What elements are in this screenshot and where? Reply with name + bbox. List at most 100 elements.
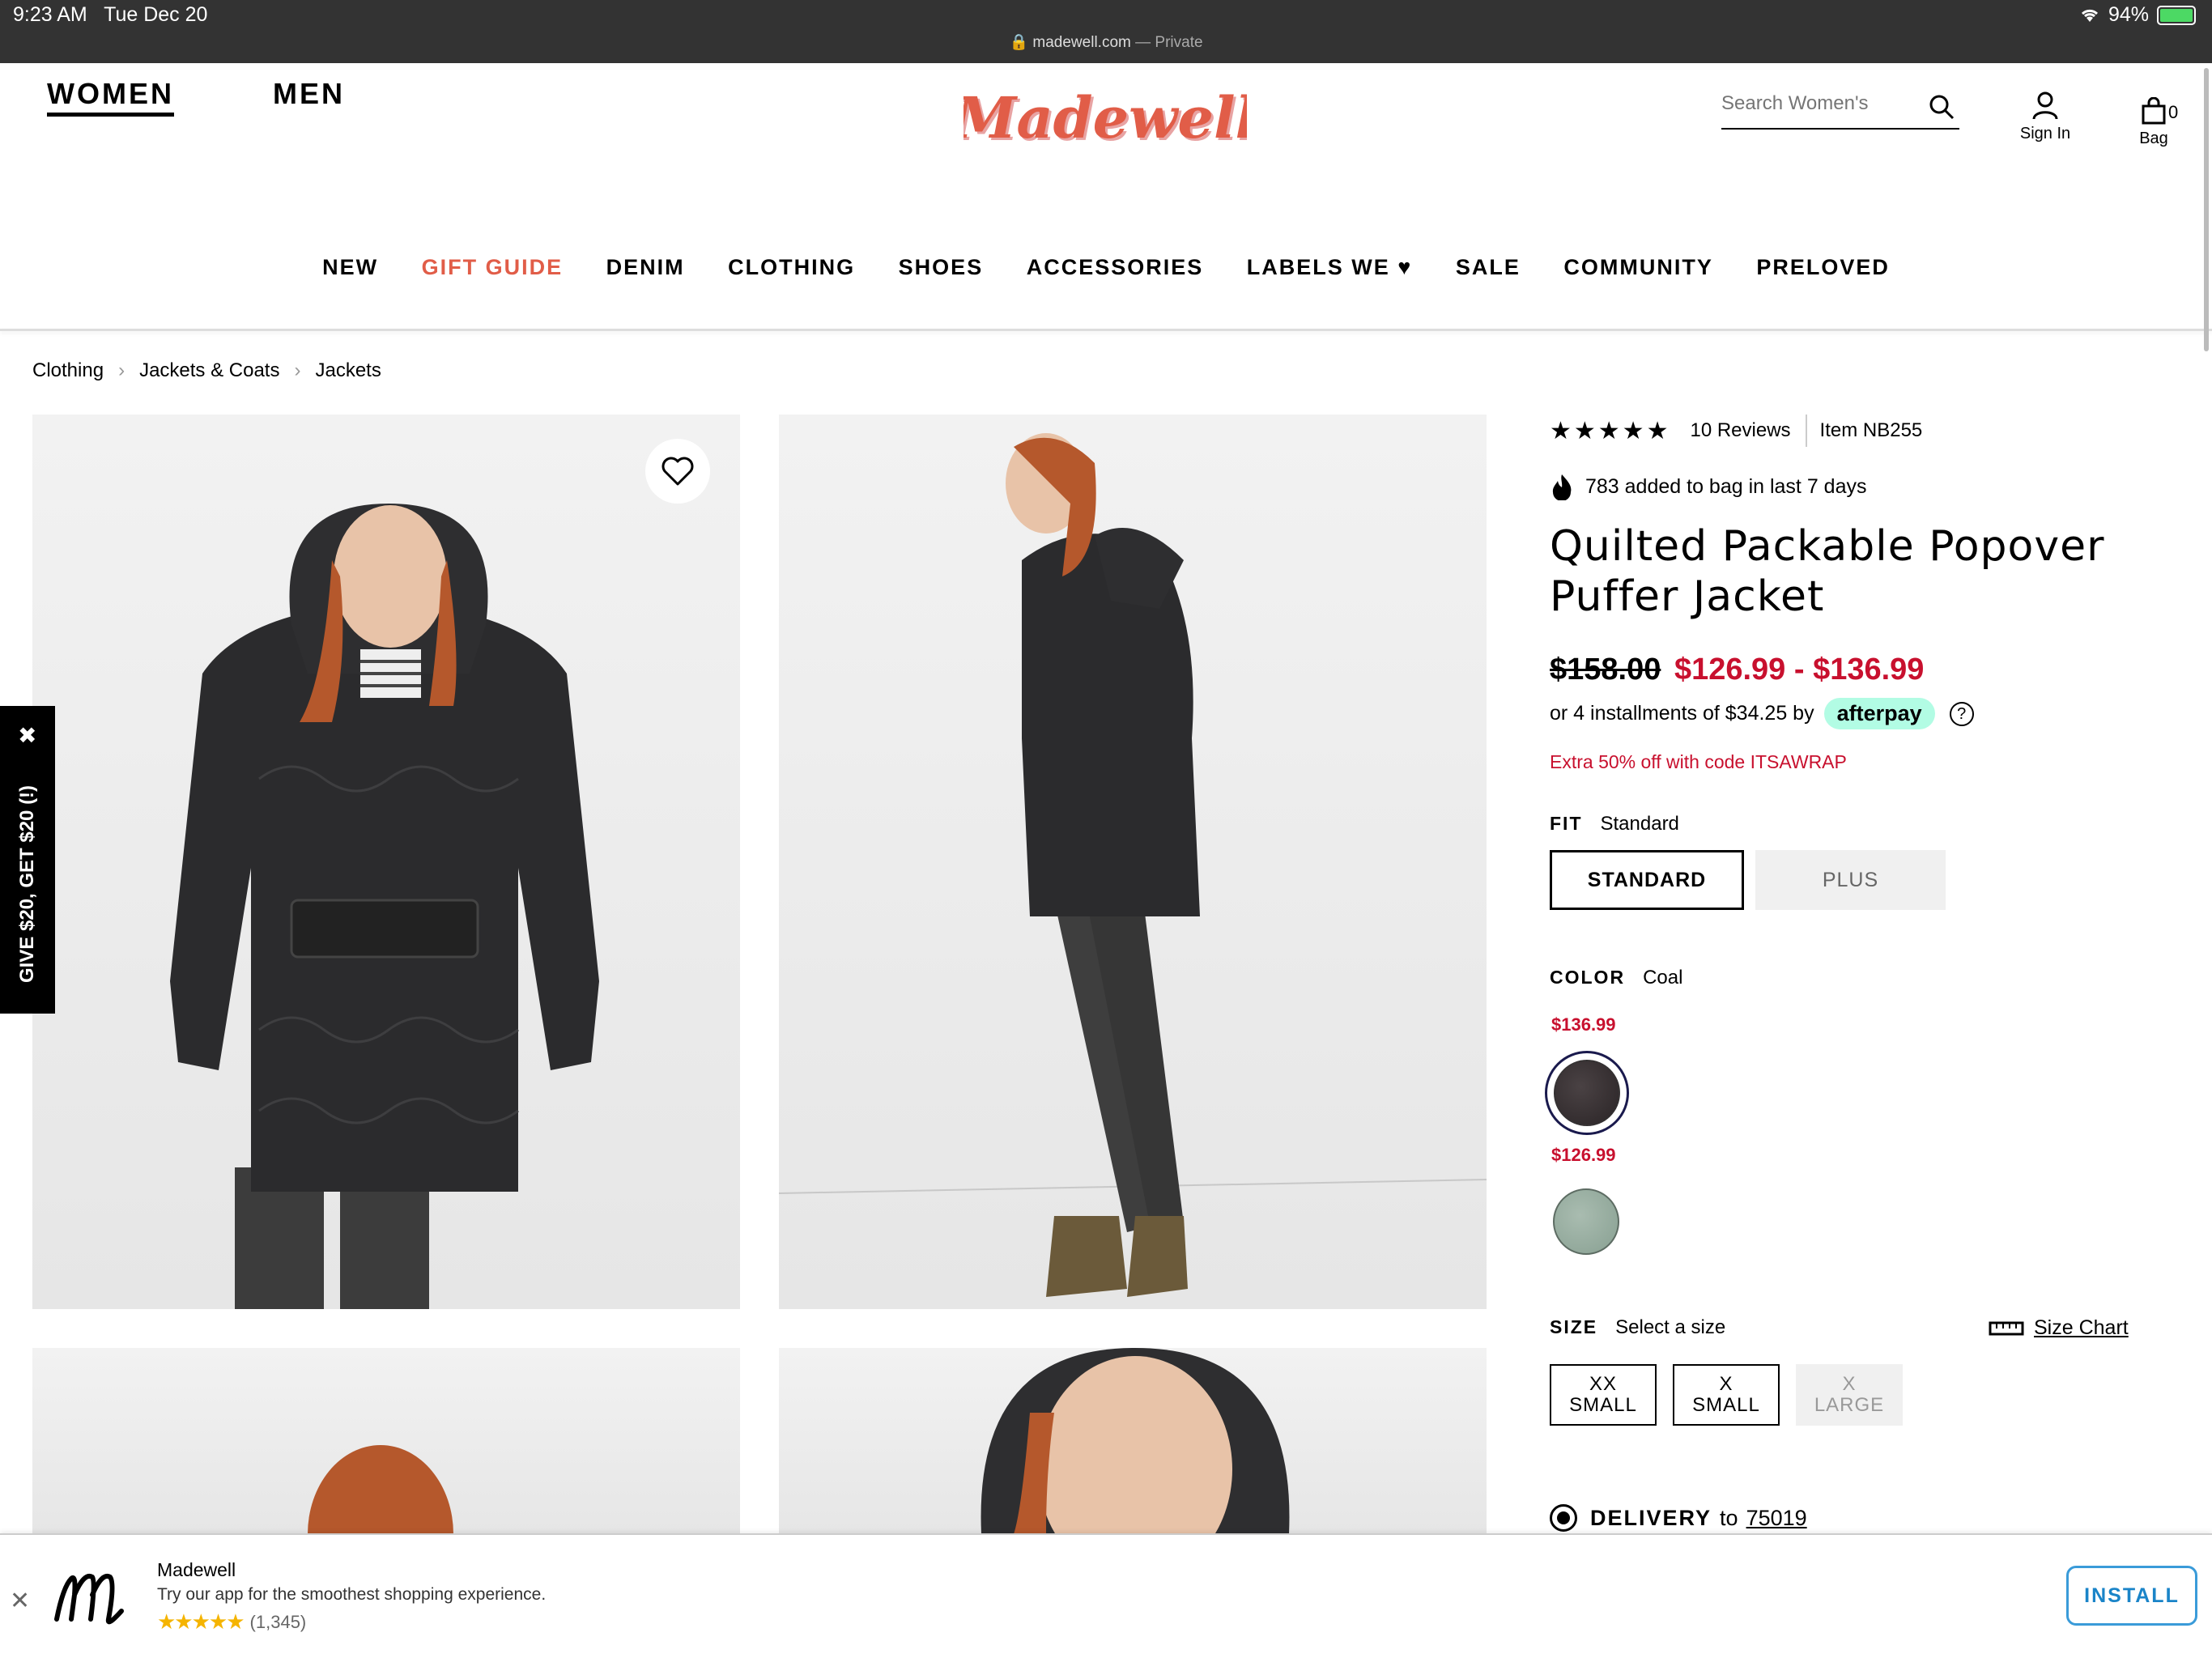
svg-text:Madewell: Madewell [963,84,1247,151]
close-icon[interactable]: ✖ [18,722,36,749]
app-name: Madewell [157,1559,236,1580]
search-icon[interactable] [1929,94,1955,120]
size-line: XX [1589,1373,1617,1395]
model-back-illustration [308,1445,453,1534]
app-tagline: Try our app for the smoothest shopping e… [157,1585,547,1604]
category-sale[interactable]: SALE [1456,255,1521,279]
bag-button[interactable]: 0 Bag [2121,96,2186,148]
referral-text: GIVE $20, GET $20 (!) [16,784,38,984]
model-side-illustration [779,433,1487,1297]
breadcrumb: Clothing › Jackets & Coats › Jackets [32,359,381,382]
referral-tab[interactable]: ✖ GIVE $20, GET $20 (!) [0,706,55,1014]
install-button[interactable]: INSTALL [2066,1566,2197,1626]
bag-count: 0 [2168,102,2179,122]
trending-row: 783 added to bag in last 7 days [1550,473,1867,500]
size-chart-link[interactable]: Size Chart [1989,1316,2129,1340]
search-input[interactable] [1721,92,1908,115]
product-image-front[interactable] [32,414,740,1309]
size-x-large-unavailable[interactable]: X LARGE [1796,1364,1903,1426]
address-bar[interactable]: 🔒 madewell.com — Private [0,32,2212,52]
rating-stars[interactable]: ★★★★★ [1550,417,1670,445]
color-label: COLOR Coal [1550,967,1682,989]
fit-selected-value: Standard [1600,813,1679,835]
category-preloved[interactable]: PRELOVED [1756,255,1890,279]
battery-percent: 94% [2108,3,2149,26]
size-heading: SIZE [1550,1316,1598,1337]
status-clock: 9:23 AM [13,3,87,26]
scrollbar[interactable] [2204,68,2209,351]
status-time: 9:23 AM Tue Dec 20 [13,3,207,27]
breadcrumb-jackets[interactable]: Jackets [315,359,381,382]
radio-selected-icon[interactable] [1550,1504,1577,1532]
chevron-right-icon: › [118,359,125,381]
size-line: SMALL [1569,1394,1637,1416]
rating-row: ★★★★★ 10 Reviews Item NB255 [1550,414,1922,447]
size-line: LARGE [1814,1394,1885,1416]
category-clothing[interactable]: CLOTHING [728,255,855,279]
item-number: Item NB255 [1819,419,1923,441]
sign-in-button[interactable]: Sign In [2013,91,2078,143]
nav-women[interactable]: WOMEN [47,77,174,117]
product-image-side[interactable] [779,414,1487,1309]
wifi-icon [2081,9,2098,22]
madewell-m-logo [54,1574,124,1625]
size-line: X [1842,1373,1857,1395]
category-accessories[interactable]: ACCESSORIES [1027,255,1204,279]
category-denim[interactable]: DENIM [606,255,685,279]
size-chart-label: Size Chart [2034,1316,2129,1339]
trending-text: 783 added to bag in last 7 days [1585,474,1867,498]
heart-icon [661,457,694,486]
delivery-heading: DELIVERY [1590,1505,1712,1530]
breadcrumb-clothing[interactable]: Clothing [32,359,104,382]
info-icon[interactable]: ? [1949,701,1974,726]
ios-status-bar: 9:23 AM Tue Dec 20 🔒 madewell.com — Priv… [0,0,2212,63]
color-selected-value: Coal [1643,967,1683,988]
original-price: $158.00 [1550,653,1661,687]
private-label: — Private [1135,34,1203,51]
delivery-zip-link[interactable]: 75019 [1746,1506,1807,1531]
size-line: X [1719,1373,1733,1395]
promo-text: Extra 50% off with code ITSAWRAP [1550,751,1847,772]
swatch-coal[interactable] [1554,1060,1620,1126]
app-rating: ★★★★★ (1,345) [157,1609,306,1635]
search-box[interactable] [1721,89,1959,130]
afterpay-row: or 4 installments of $34.25 by afterpay … [1550,698,1974,729]
product-title: Quilted Packable Popover Puffer Jacket [1550,522,2105,621]
madewell-logo[interactable]: Madewell Madewell [963,74,1247,164]
delivery-option[interactable]: DELIVERY to 75019 [1550,1504,1807,1532]
fit-heading: FIT [1550,813,1583,834]
sign-in-label: Sign In [2019,125,2071,142]
ruler-icon [1989,1321,2024,1335]
swatch-sage[interactable] [1553,1188,1619,1255]
app-install-banner: ✕ Madewell Try our app for the smoothest… [0,1533,2212,1658]
fit-standard-button[interactable]: STANDARD [1550,850,1744,910]
fit-plus-button[interactable]: PLUS [1755,850,1946,910]
category-gift-guide[interactable]: GIFT GUIDE [422,255,564,279]
swatch-price: $136.99 [1551,1014,1616,1035]
reviews-link[interactable]: 10 Reviews [1690,419,1790,442]
category-shoes[interactable]: SHOES [899,255,984,279]
swatch-price: $126.99 [1551,1145,1616,1165]
category-new[interactable]: NEW [322,255,378,279]
flame-icon [1552,474,1572,500]
size-x-small[interactable]: X SMALL [1673,1364,1780,1426]
wishlist-button[interactable] [645,439,710,504]
status-date: Tue Dec 20 [104,3,208,26]
lock-icon: 🔒 [1009,34,1029,51]
breadcrumb-jackets-coats[interactable]: Jackets & Coats [139,359,279,382]
swatch-coal-selected[interactable] [1545,1051,1629,1135]
close-icon[interactable]: ✕ [10,1587,30,1615]
app-rating-count: (1,345) [249,1611,307,1632]
nav-men[interactable]: MEN [273,77,345,111]
bag-label: Bag [2139,130,2168,147]
size-label: SIZE Select a size [1550,1316,1725,1339]
category-labels-we-love[interactable]: LABELS WE ♥ [1247,255,1413,279]
product-image-back[interactable] [32,1348,740,1534]
size-xx-small[interactable]: XX SMALL [1550,1364,1657,1426]
battery-icon [2157,5,2196,25]
category-community[interactable]: COMMUNITY [1563,255,1712,279]
color-heading: COLOR [1550,967,1626,988]
model-front-illustration [170,504,599,1309]
product-image-closeup[interactable] [779,1348,1487,1534]
app-rating-stars: ★★★★★ [157,1609,245,1634]
